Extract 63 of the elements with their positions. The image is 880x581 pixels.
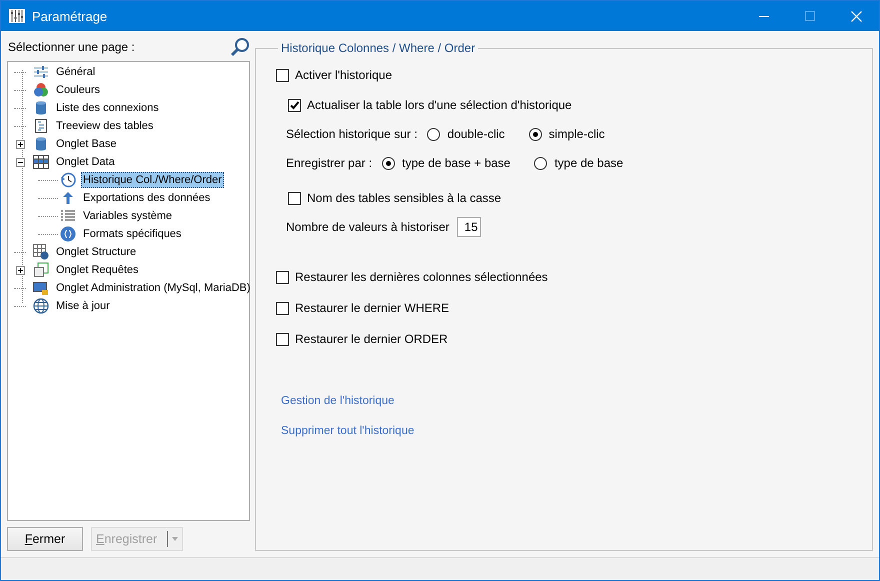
radio-label: type de base + base xyxy=(402,156,510,170)
search-icon[interactable] xyxy=(230,37,250,57)
checkbox-label: Nom des tables sensibles à la casse xyxy=(307,191,502,205)
grid-icon xyxy=(33,154,49,170)
clock-icon xyxy=(60,172,76,188)
number-field[interactable]: 15 xyxy=(457,217,482,237)
grid-info-icon xyxy=(33,244,49,260)
tree-item[interactable]: Exportations des données xyxy=(81,190,212,206)
expand-icon[interactable] xyxy=(16,140,25,148)
tree-item[interactable]: Couleurs xyxy=(54,82,102,98)
tree-item[interactable]: Onglet Requêtes xyxy=(54,262,141,278)
tree-item[interactable]: Onglet Structure xyxy=(54,244,138,260)
document-list-icon xyxy=(33,118,49,134)
windows-icon xyxy=(33,262,49,278)
equalizer-icon xyxy=(9,9,25,23)
braces-icon xyxy=(60,226,76,242)
checkbox[interactable] xyxy=(288,192,301,204)
radio-label: simple-clic xyxy=(548,127,605,141)
tree-item[interactable]: Général xyxy=(54,64,98,80)
checkbox-label: Restaurer le dernier ORDER xyxy=(295,332,448,346)
radio-group-label: Sélection historique sur : xyxy=(286,127,418,141)
field-label: Nombre de valeurs à historiser xyxy=(286,220,450,234)
database-icon xyxy=(33,136,49,152)
radio-button[interactable] xyxy=(534,156,548,170)
tree-item[interactable]: Onglet Data xyxy=(54,154,117,170)
radio-button[interactable] xyxy=(427,128,440,140)
checkbox-label: Restaurer les dernières colonnes sélectionnées xyxy=(295,270,548,284)
tree-item[interactable]: Formats spécifiques xyxy=(81,226,184,242)
window-title: Paramétrage xyxy=(32,8,108,24)
link[interactable]: Supprimer tout l'historique xyxy=(281,425,414,437)
checkbox[interactable] xyxy=(276,302,289,314)
radio-label: type de base xyxy=(554,156,624,170)
sidebar-label: Sélectionner une page : xyxy=(8,40,135,54)
tree-item[interactable]: Onglet Administration (MySql, MariaDB) xyxy=(54,280,252,296)
checkbox[interactable] xyxy=(276,68,289,82)
sliders-icon xyxy=(33,64,49,80)
tree-item[interactable]: Mise à jour xyxy=(54,298,112,314)
color-circles-icon xyxy=(33,82,49,98)
checkbox-label: Restaurer le dernier WHERE xyxy=(295,301,450,315)
globe-icon xyxy=(33,298,49,314)
checkbox[interactable] xyxy=(276,332,289,346)
monitor-lock-icon xyxy=(33,280,49,296)
maximize-icon xyxy=(805,11,815,21)
checkbox-label: Actualiser la table lors d'une sélection d'historique xyxy=(307,98,572,112)
radio-button[interactable] xyxy=(382,156,396,170)
checkbox[interactable] xyxy=(288,98,301,112)
close-icon xyxy=(850,10,862,22)
expand-icon[interactable] xyxy=(16,266,25,274)
database-icon xyxy=(33,100,49,116)
radio-button[interactable] xyxy=(528,128,542,140)
radio-group-label: Enregistrer par : xyxy=(286,156,372,170)
tree-item[interactable]: Treeview des tables xyxy=(54,118,156,134)
checkbox[interactable] xyxy=(276,270,289,284)
collapse-icon[interactable] xyxy=(16,158,25,166)
button[interactable]: Fermer xyxy=(7,527,83,551)
tree-item[interactable]: Liste des connexions xyxy=(54,100,161,116)
tree-item[interactable]: Variables système xyxy=(81,208,174,224)
checkbox-label: Activer l'historique xyxy=(295,68,392,82)
link[interactable]: Gestion de l'historique xyxy=(281,395,394,407)
group-title: Historique Colonnes / Where / Order xyxy=(280,41,476,55)
radio-label: double-clic xyxy=(447,127,505,141)
tree-item[interactable]: Historique Col./Where/Order xyxy=(81,172,224,188)
tree-item[interactable]: Onglet Base xyxy=(54,136,119,152)
